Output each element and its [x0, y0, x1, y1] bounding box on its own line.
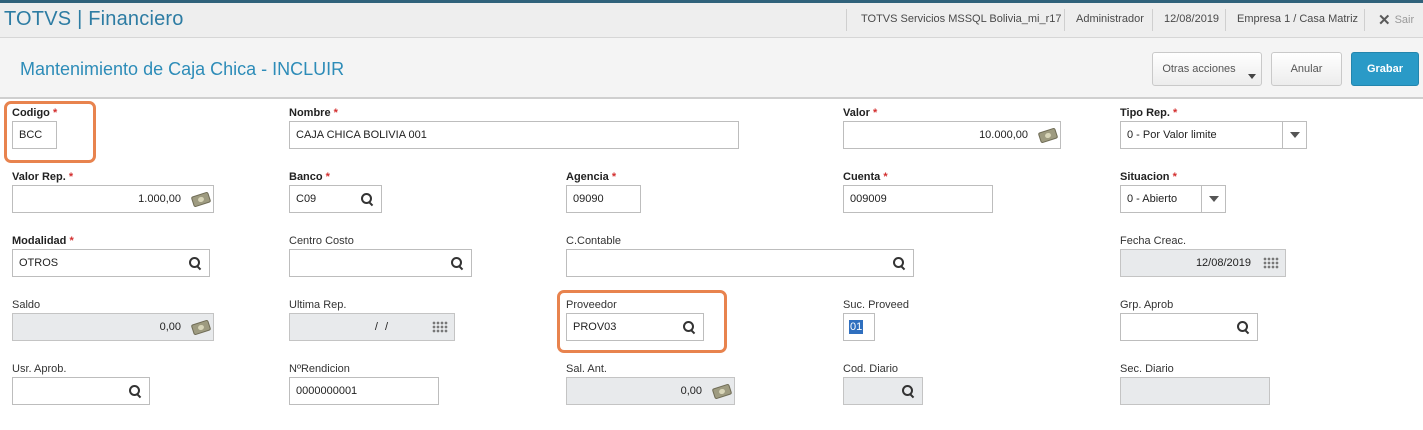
divider [846, 9, 847, 31]
grp-aprob-field[interactable] [1120, 313, 1258, 341]
chevron-down-icon[interactable] [1282, 122, 1306, 148]
otras-acciones-button[interactable]: Otras acciones [1152, 52, 1262, 86]
usr-aprob-field[interactable] [12, 377, 150, 405]
date-label: 12/08/2019 [1164, 13, 1220, 25]
situacion-label: Situacion [1120, 171, 1177, 183]
agencia-label: Agencia [566, 171, 616, 183]
money-icon [710, 378, 734, 404]
banco-label: Banco [289, 171, 330, 183]
situacion-select[interactable]: 0 - Abierto [1120, 185, 1226, 213]
valor-rep-label: Valor Rep. [12, 171, 73, 183]
modalidad-label: Modalidad [12, 235, 74, 247]
search-icon[interactable] [183, 250, 207, 276]
money-icon [189, 314, 213, 340]
search-icon[interactable] [355, 186, 379, 212]
grabar-button[interactable]: Grabar [1351, 52, 1419, 86]
divider [1364, 9, 1365, 31]
codigo-highlight [4, 101, 96, 163]
divider [1152, 9, 1153, 31]
nrendicion-label: NºRendicion [289, 363, 350, 375]
divider [1225, 9, 1226, 31]
sal-ant-field: 0,00 [566, 377, 735, 405]
fecha-creac-field[interactable]: 12/08/2019 [1120, 249, 1286, 277]
company-label[interactable]: Empresa 1 / Casa Matriz [1237, 13, 1358, 25]
valor-field[interactable]: 10.000,00 [843, 121, 1061, 149]
exit-label: Sair [1394, 14, 1415, 26]
search-icon[interactable] [445, 250, 469, 276]
app-brand: TOTVS | Financiero [4, 8, 184, 30]
divider [1064, 9, 1065, 31]
sec-diario-field [1120, 377, 1270, 405]
close-icon: ✕ [1378, 12, 1391, 29]
grp-aprob-label: Grp. Aprob [1120, 299, 1174, 311]
sec-diario-label: Sec. Diario [1120, 363, 1174, 375]
cuenta-label: Cuenta [843, 171, 888, 183]
search-icon[interactable] [887, 250, 911, 276]
centro-costo-label: Centro Costo [289, 235, 354, 247]
top-bar: TOTVS | Financiero TOTVS Servicios MSSQL… [0, 0, 1423, 38]
saldo-field: 0,00 [12, 313, 214, 341]
valor-label: Valor [843, 107, 877, 119]
ultima-rep-label: Ultima Rep. [289, 299, 347, 311]
nrendicion-field[interactable]: 0000000001 [289, 377, 439, 405]
page-header: Mantenimiento de Caja Chica - INCLUIR Ot… [0, 38, 1423, 99]
user-label: Administrador [1076, 13, 1144, 25]
cuenta-field[interactable]: 009009 [843, 185, 993, 213]
usr-aprob-label: Usr. Aprob. [12, 363, 67, 375]
search-icon[interactable] [123, 378, 147, 404]
cuenta-value: 009009 [850, 193, 887, 205]
suc-proveed-label: Suc. Proveed [843, 299, 910, 311]
banco-field[interactable]: C09 [289, 185, 382, 213]
agencia-value: 09090 [573, 193, 604, 205]
exit-button[interactable]: ✕ Sair [1378, 11, 1414, 29]
saldo-label: Saldo [12, 299, 41, 311]
environment-label: TOTVS Servicios MSSQL Bolivia_mi_r17 [861, 13, 1062, 25]
proveedor-highlight [557, 290, 727, 353]
tipo-rep-label: Tipo Rep. [1120, 107, 1177, 119]
c-contable-label: C.Contable [566, 235, 622, 247]
form-area: Codigo BCC Nombre CAJA CHICA BOLIVIA 001… [0, 101, 1423, 430]
search-icon[interactable] [896, 378, 920, 404]
anular-button[interactable]: Anular [1271, 52, 1342, 86]
suc-proveed-value: 01 [849, 320, 864, 334]
situacion-value: 0 - Abierto [1127, 193, 1178, 205]
money-icon[interactable] [1036, 122, 1060, 148]
search-icon[interactable] [1231, 314, 1255, 340]
calendar-icon[interactable] [1259, 250, 1283, 276]
nombre-label: Nombre [289, 107, 338, 119]
nombre-field[interactable]: CAJA CHICA BOLIVIA 001 [289, 121, 739, 149]
tipo-rep-select[interactable]: 0 - Por Valor limite [1120, 121, 1307, 149]
centro-costo-field[interactable] [289, 249, 472, 277]
ultima-rep-field: / / [289, 313, 455, 341]
caret-down-icon [1248, 74, 1256, 79]
suc-proveed-field[interactable]: 01 [843, 313, 875, 341]
top-accent-line [0, 0, 1423, 3]
cod-diario-label: Cod. Diario [843, 363, 899, 375]
otras-acciones-label: Otras acciones [1162, 63, 1236, 75]
c-contable-field[interactable] [566, 249, 914, 277]
nombre-value: CAJA CHICA BOLIVIA 001 [296, 129, 427, 141]
cod-diario-field [843, 377, 923, 405]
valor-rep-field[interactable]: 1.000,00 [12, 185, 214, 213]
chevron-down-icon[interactable] [1201, 186, 1225, 212]
banco-value: C09 [296, 193, 317, 205]
modalidad-value: OTROS [19, 257, 59, 269]
nrendicion-value: 0000000001 [296, 385, 358, 397]
calendar-icon [428, 314, 452, 340]
page-title: Mantenimiento de Caja Chica - INCLUIR [20, 59, 345, 79]
fecha-creac-label: Fecha Creac. [1120, 235, 1187, 247]
agencia-field[interactable]: 09090 [566, 185, 641, 213]
modalidad-field[interactable]: OTROS [12, 249, 210, 277]
sal-ant-label: Sal. Ant. [566, 363, 607, 375]
tipo-rep-value: 0 - Por Valor limite [1127, 129, 1217, 141]
money-icon[interactable] [189, 186, 213, 212]
